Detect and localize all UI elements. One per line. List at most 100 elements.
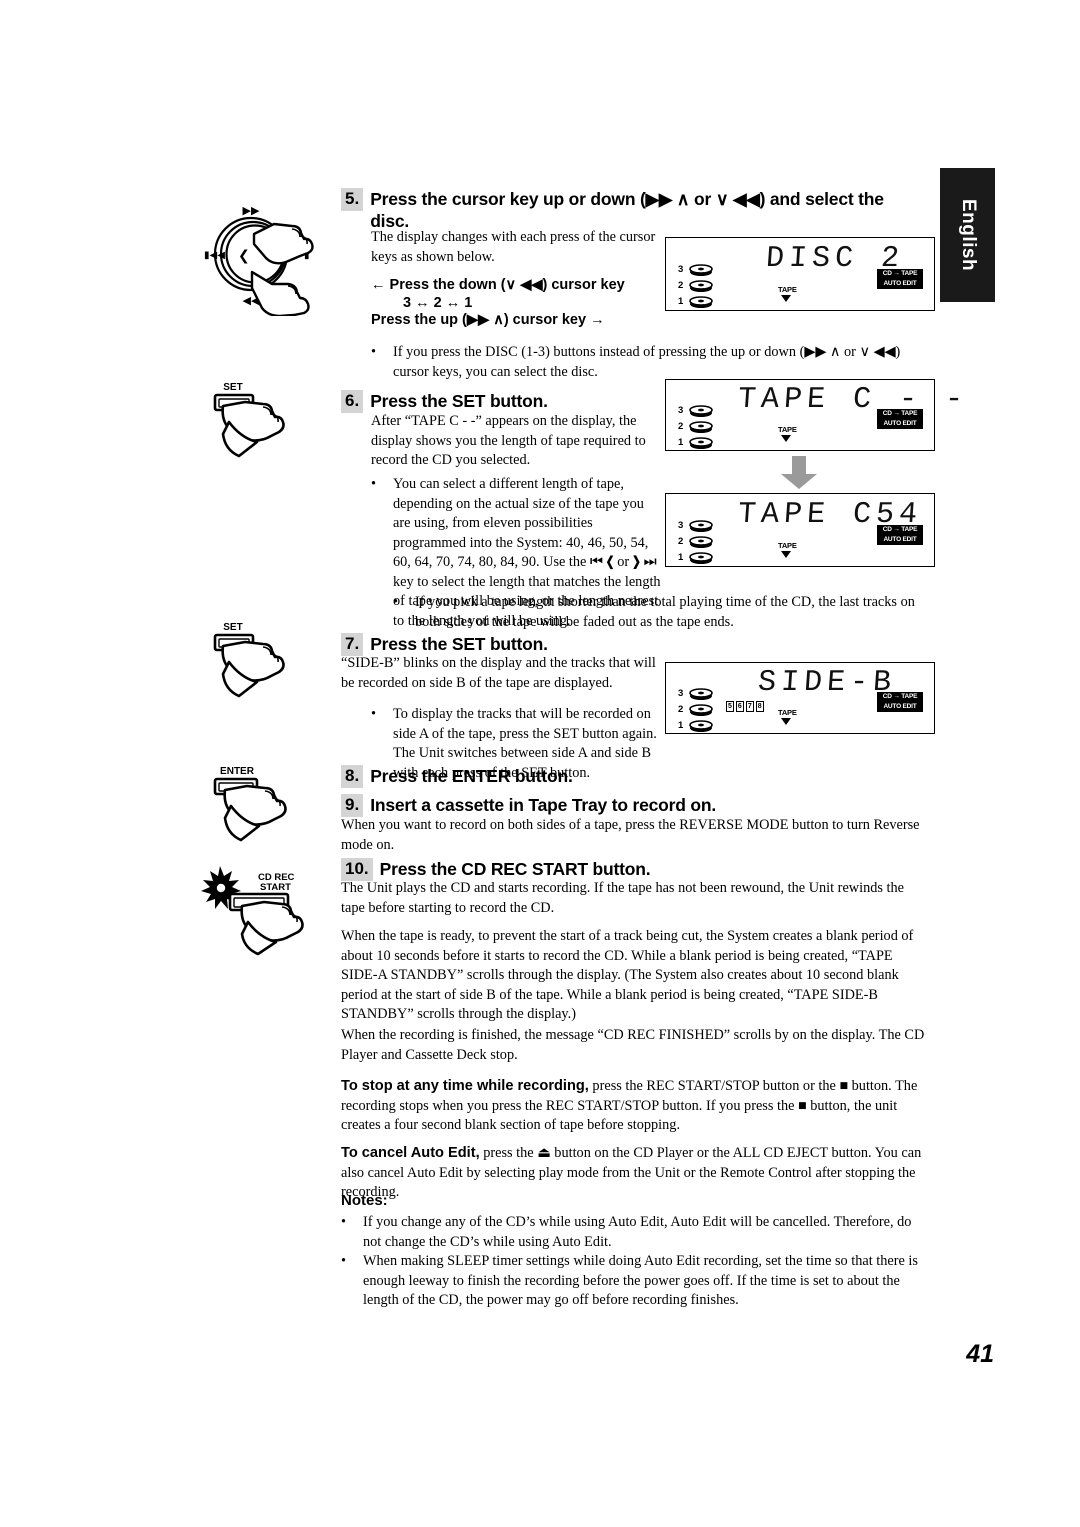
play-triangle-icon (781, 718, 791, 725)
step-6-intro: After “TAPE C - -” appears on the displa… (371, 413, 646, 468)
disc-number-2: 2 (678, 704, 684, 715)
step-8-number: 8. (341, 765, 364, 788)
step-9: 9. Insert a cassette in Tape Tray to rec… (341, 794, 901, 817)
disc-icon (688, 519, 714, 533)
step-5-bullet-text: If you press the DISC (1-3) buttons inst… (393, 344, 901, 380)
step-10-number: 10. (341, 858, 373, 881)
down-arrow-icon (779, 456, 819, 495)
step-7-number: 7. (341, 633, 364, 656)
disc-icon (688, 279, 714, 293)
cd-to-tape-auto-edit-badge: CD → TAPE AUTO EDIT (877, 692, 923, 712)
cancel-auto-edit-label: To cancel Auto Edit, (341, 1145, 480, 1161)
svg-text:▶▶: ▶▶ (243, 204, 260, 217)
track-number: 6 (735, 701, 744, 712)
step-8-title: Press the ENTER button. (370, 766, 573, 786)
note-2-text: When making SLEEP timer settings while d… (363, 1253, 918, 1308)
disc-number-2: 2 (678, 536, 684, 547)
disc-icon (688, 420, 714, 434)
svg-text:SET: SET (223, 622, 242, 633)
display-disc2: DISC 2 3 2 1 TAPE CD → TAPE AUTO EDIT (665, 237, 935, 311)
disc-icon (688, 535, 714, 549)
step-6-bullet-2: • If you pick a tape length shorter than… (393, 593, 917, 632)
svg-text:START: START (260, 882, 291, 893)
display-side-b: SIDE-B 3 2 1 5 6 7 8 TAPE CD → TAPE AUTO… (665, 662, 935, 734)
step-10-intro: The Unit plays the CD and starts recordi… (341, 880, 904, 916)
language-tab: English (940, 168, 995, 302)
disc-icon (688, 703, 714, 717)
play-triangle-icon (781, 295, 791, 302)
page-number: 41 (966, 1340, 994, 1368)
illustration-set-button-7: SET (205, 618, 325, 713)
note-1: • If you change any of the CD’s while us… (341, 1213, 931, 1252)
cancel-auto-edit-note: To cancel Auto Edit, press the ⏏ button … (341, 1144, 931, 1203)
disc-icon (688, 295, 714, 309)
illustration-set-button-6: SET (205, 378, 325, 473)
disc-number-3: 3 (678, 264, 684, 275)
stop-recording-note: To stop at any time while recording, pre… (341, 1077, 931, 1136)
cursor-up-hint: Press the up (▶▶ ∧) cursor key → (371, 312, 605, 328)
disc-icon (688, 687, 714, 701)
disc-number-2: 2 (678, 280, 684, 291)
step-10-title: Press the CD REC START button. (379, 859, 651, 879)
step-9-title: Insert a cassette in Tape Tray to record… (370, 795, 717, 815)
stop-recording-label: To stop at any time while recording, (341, 1078, 589, 1094)
cd-to-tape-auto-edit-badge: CD → TAPE AUTO EDIT (877, 269, 923, 289)
step-10: 10. Press the CD REC START button. (341, 858, 901, 881)
bullet-dot: • (341, 1214, 347, 1230)
disc-indicator-stack: 3 2 1 (678, 686, 714, 734)
step-10-paragraph-3: When the recording is finished, the mess… (341, 1027, 925, 1063)
disc-icon (688, 263, 714, 277)
cd-to-tape-label: CD → TAPE (877, 525, 923, 535)
step-8: 8. Press the ENTER button. (341, 765, 841, 788)
language-tab-label: English (957, 198, 979, 272)
step-5: 5. Press the cursor key up or down (▶▶ ∧… (341, 188, 913, 232)
bullet-dot: • (341, 1253, 347, 1269)
note-2: • When making SLEEP timer settings while… (341, 1252, 931, 1311)
cd-to-tape-label: CD → TAPE (877, 692, 923, 702)
cd-to-tape-label: CD → TAPE (877, 269, 923, 279)
play-triangle-icon (781, 435, 791, 442)
disc-icon (688, 719, 714, 733)
cd-to-tape-label: CD → TAPE (877, 409, 923, 419)
disc-indicator-stack: 3 2 1 (678, 262, 714, 310)
disc-number-2: 2 (678, 421, 684, 432)
disc-number-1: 1 (678, 552, 684, 563)
disc-icon (688, 436, 714, 450)
disc-number-3: 3 (678, 688, 684, 699)
illustration-cd-rec-start-button: CD REC START (198, 858, 333, 958)
track-number: 5 (726, 701, 734, 712)
illustration-cursor-pad: ▶▶ ◀◀ ▮◀◀ ❮ ▮ (196, 196, 326, 318)
svg-text:▮◀◀: ▮◀◀ (204, 250, 225, 261)
step-7-title: Press the SET button. (370, 634, 548, 654)
disc-icon (688, 404, 714, 418)
step-9-number: 9. (341, 794, 364, 817)
step-5-title: Press the cursor key up or down (▶▶ ∧ or… (370, 189, 884, 231)
step-7-intro: “SIDE-B” blinks on the display and the t… (341, 655, 656, 691)
display-tape-c-text: TAPE C - - (736, 383, 970, 417)
disc-number-3: 3 (678, 520, 684, 531)
display-tape-c54: TAPE C54 3 2 1 TAPE CD → TAPE AUTO EDIT (665, 493, 935, 567)
track-number-indicators: 5 6 7 8 (726, 701, 764, 712)
step-6: 6. Press the SET button. (341, 390, 671, 413)
step-6-number: 6. (341, 390, 364, 413)
disc-number-1: 1 (678, 720, 684, 731)
step-7: 7. Press the SET button. (341, 633, 671, 656)
step-5-intro: The display changes with each press of t… (371, 229, 656, 265)
step-10-paragraph-2: When the tape is ready, to prevent the s… (341, 928, 914, 1022)
bullet-dot: • (371, 706, 377, 722)
track-number: 7 (745, 701, 754, 712)
disc-number-1: 1 (678, 437, 684, 448)
step-6-title: Press the SET button. (370, 391, 548, 411)
cd-to-tape-auto-edit-badge: CD → TAPE AUTO EDIT (877, 525, 923, 545)
cd-to-tape-auto-edit-badge: CD → TAPE AUTO EDIT (877, 409, 923, 429)
disc-icon (688, 551, 714, 565)
step-9-intro: When you want to record on both sides of… (341, 817, 920, 853)
disc-indicator-stack: 3 2 1 (678, 403, 714, 451)
disc-indicator-stack: 3 2 1 (678, 518, 714, 566)
tape-indicator-label: TAPE (778, 541, 797, 550)
bullet-dot: • (371, 344, 377, 360)
svg-text:ENTER: ENTER (220, 766, 255, 777)
auto-edit-label: AUTO EDIT (877, 279, 923, 289)
auto-edit-label: AUTO EDIT (877, 419, 923, 429)
notes-heading: Notes: (341, 1192, 388, 1209)
